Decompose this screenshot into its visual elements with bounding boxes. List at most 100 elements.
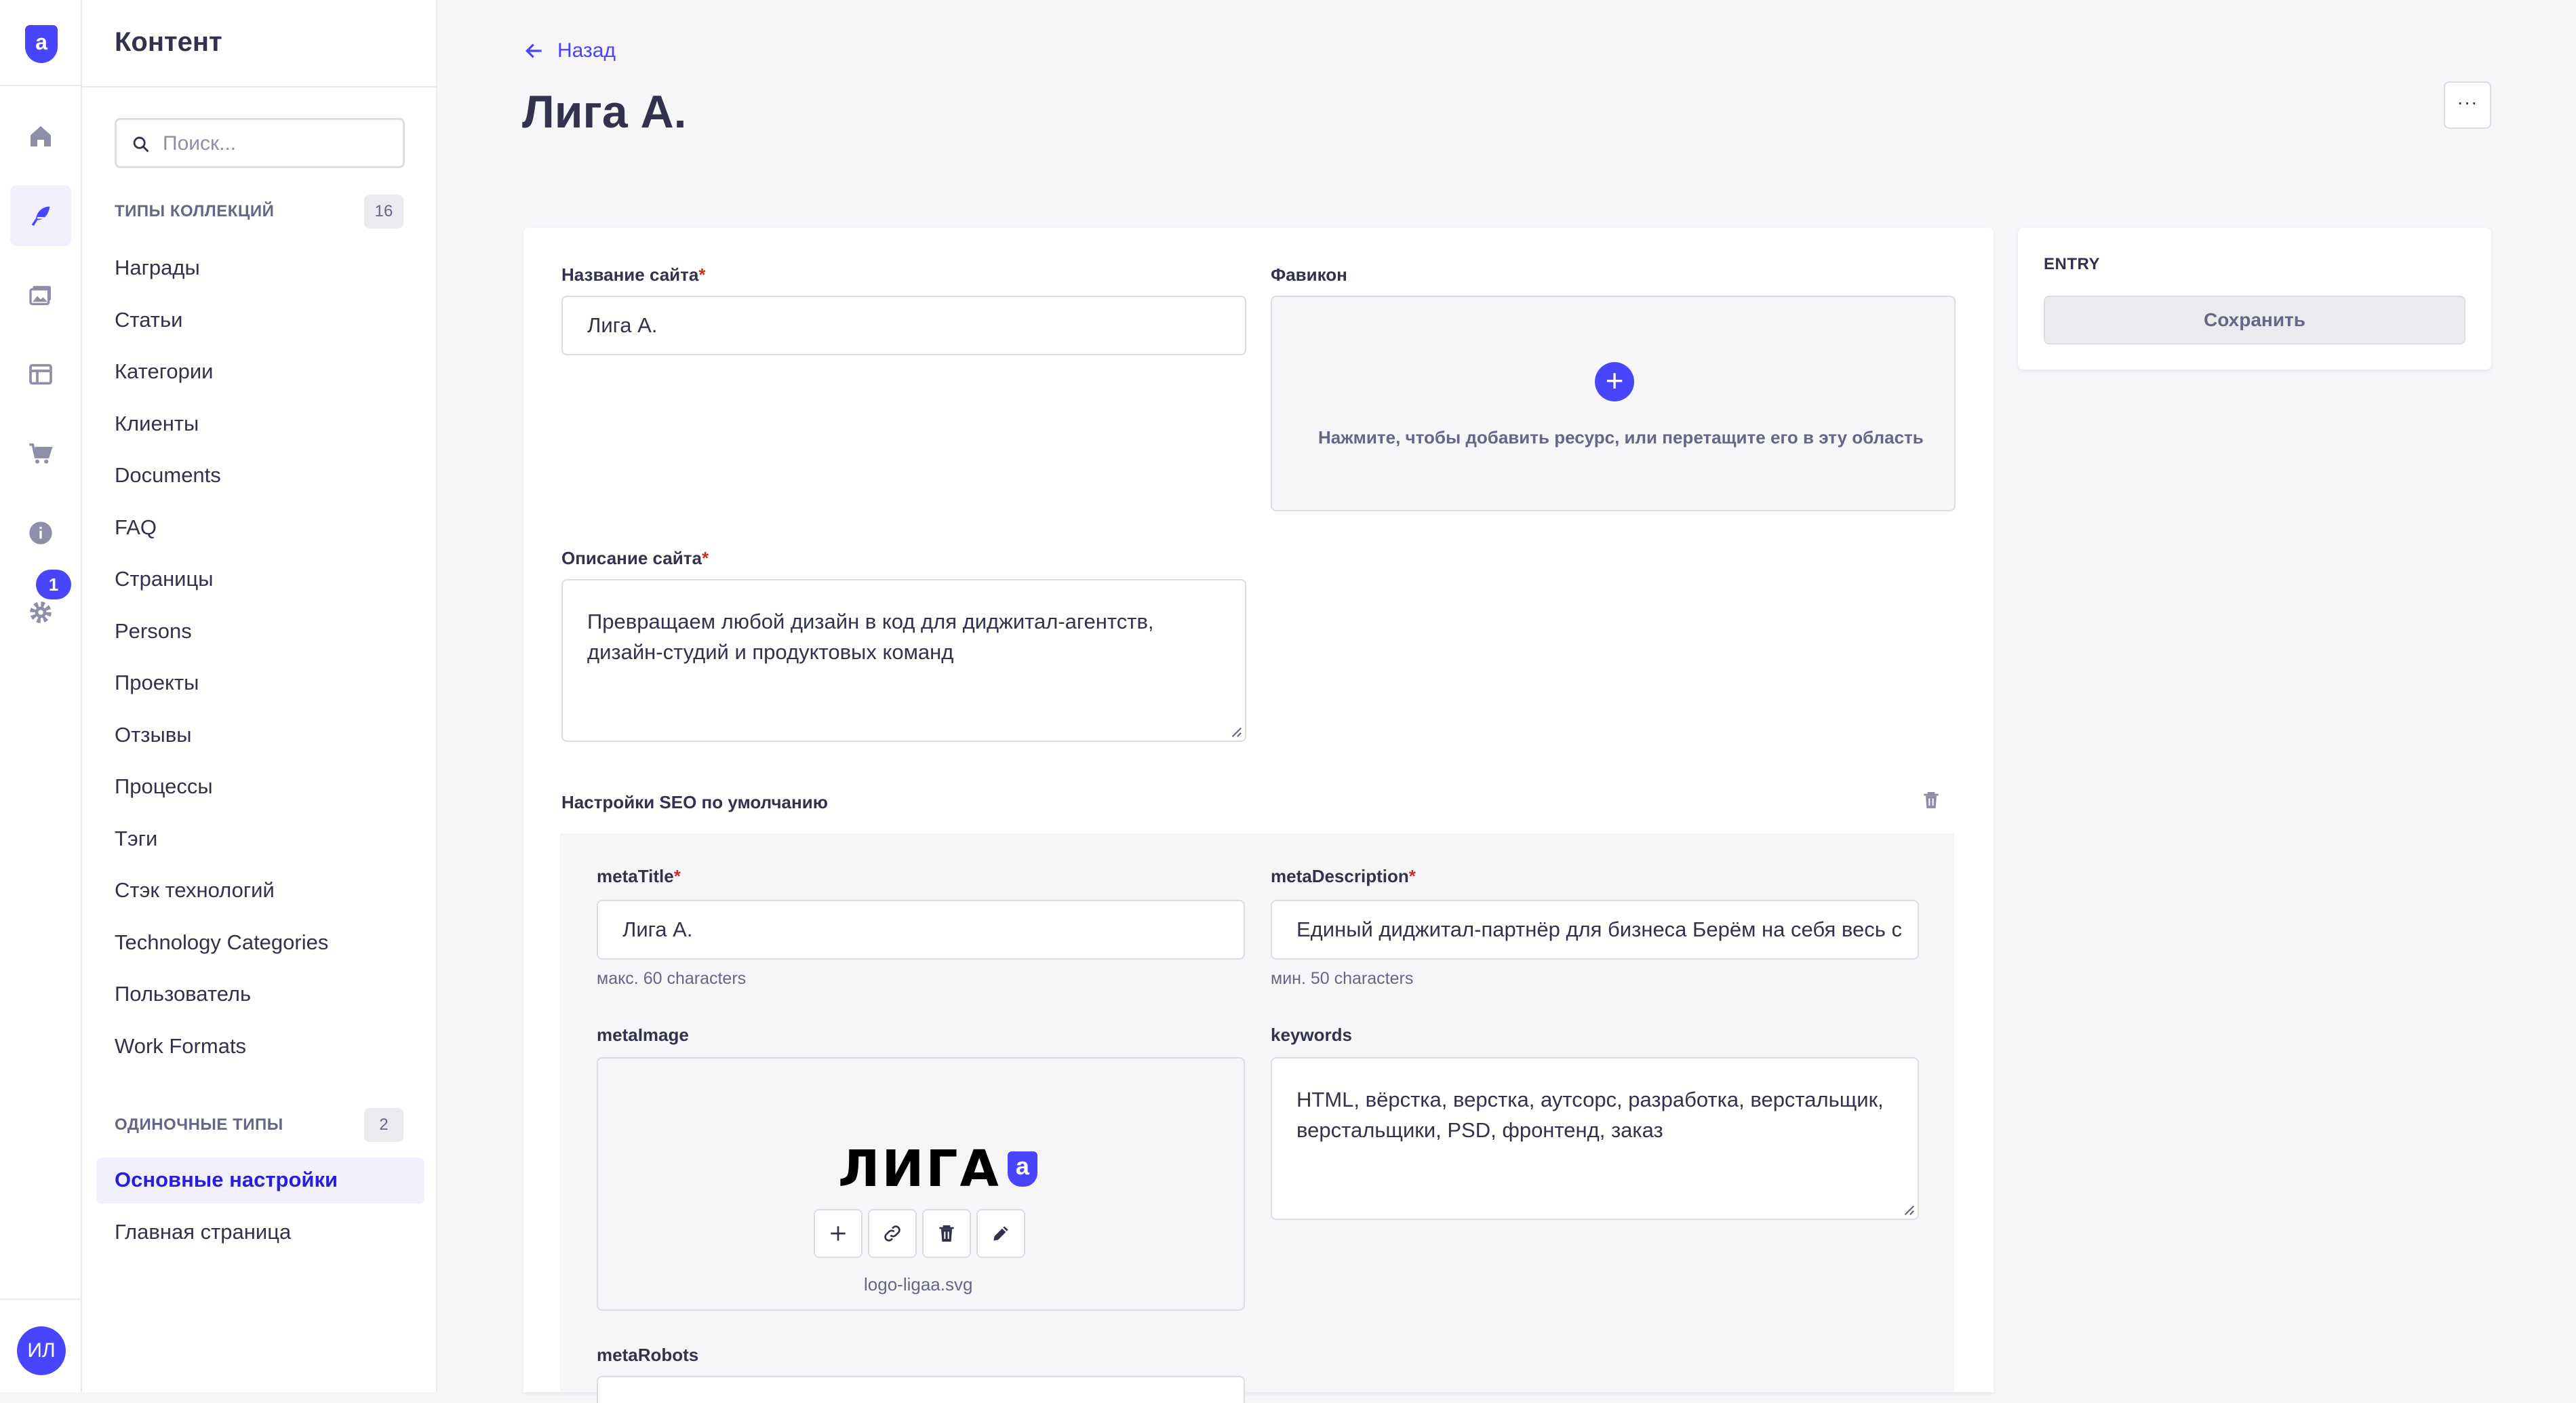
site-name-label: Название сайта* xyxy=(561,264,706,285)
meta-title-label-text: metaTitle xyxy=(597,866,674,886)
sidebar-item-glavnaya-stranica[interactable]: Главная страница xyxy=(82,1206,437,1259)
meta-description-label: metaDescription* xyxy=(1271,866,1416,887)
sidebar-item-documents[interactable]: Documents xyxy=(82,450,437,502)
favicon-dropzone-hint: Нажмите, чтобы добавить ресурс, или пере… xyxy=(1318,427,1924,448)
resize-grip-icon[interactable] xyxy=(1230,726,1242,738)
search-icon xyxy=(133,136,149,153)
meta-description-input[interactable]: Единый диджитал-партнёр для бизнеса Берё… xyxy=(1271,900,1919,960)
page-title: Лига А. xyxy=(522,86,687,138)
site-description-textarea[interactable]: Превращаем любой дизайн в код для диджит… xyxy=(561,579,1246,742)
sidebar-item-proekty[interactable]: Проекты xyxy=(82,657,437,709)
site-name-label-text: Название сайта xyxy=(561,264,699,285)
meta-title-input[interactable]: Лига А. xyxy=(597,900,1245,960)
site-name-input[interactable]: Лига А. xyxy=(561,296,1246,355)
feather-icon xyxy=(31,206,50,226)
marketplace-nav-button[interactable] xyxy=(10,423,71,484)
settings-notification-badge: 1 xyxy=(36,570,71,599)
edit-asset-button[interactable] xyxy=(976,1209,1025,1258)
asset-file-name: logo-ligaa.svg xyxy=(864,1274,973,1295)
home-icon xyxy=(31,126,51,146)
save-button[interactable]: Сохранить xyxy=(2044,296,2465,344)
sidebar-item-work-formats[interactable]: Work Formats xyxy=(82,1021,437,1073)
arrow-left-icon xyxy=(526,43,542,58)
meta-image-preview: ЛИГА a xyxy=(838,1140,1037,1198)
resize-grip-icon[interactable] xyxy=(1903,1204,1915,1216)
plus-circle-icon: + xyxy=(1595,362,1634,401)
sidebar-item-stek-tehnologiy[interactable]: Стэк технологий xyxy=(82,865,437,917)
sidebar-item-klienty[interactable]: Клиенты xyxy=(82,398,437,450)
meta-title-label: metaTitle* xyxy=(597,866,681,887)
sidebar-item-nagrady[interactable]: Награды xyxy=(82,242,437,294)
images-icon xyxy=(29,285,51,305)
home-nav-button[interactable] xyxy=(10,106,71,167)
info-icon xyxy=(29,521,52,545)
sidebar-item-persons[interactable]: Persons xyxy=(82,606,437,658)
required-mark: * xyxy=(698,264,706,285)
layout-icon xyxy=(29,363,52,385)
logo-text: ЛИГА xyxy=(838,1140,1001,1198)
meta-robots-input[interactable] xyxy=(597,1376,1245,1403)
meta-image-label: metaImage xyxy=(597,1025,689,1045)
meta-description-hint: мин. 50 characters xyxy=(1271,969,1414,988)
back-label: Назад xyxy=(557,39,616,62)
content-type-builder-nav-button[interactable] xyxy=(10,344,71,405)
gear-icon xyxy=(30,601,52,623)
trash-icon[interactable] xyxy=(1920,788,1942,812)
single-types-header: ОДИНОЧНЫЕ ТИПЫ xyxy=(115,1115,283,1134)
collection-types-list: Награды Статьи Категории Клиенты Documen… xyxy=(82,242,437,1072)
sidebar-search[interactable] xyxy=(115,118,405,168)
required-mark: * xyxy=(1408,866,1416,886)
sidebar-item-stranicy[interactable]: Страницы xyxy=(82,553,437,606)
required-mark: * xyxy=(673,866,681,886)
site-description-value: Превращаем любой дизайн в код для диджит… xyxy=(587,610,1154,664)
sidebar-item-tegi[interactable]: Тэги xyxy=(82,813,437,865)
sidebar-divider xyxy=(82,86,436,87)
keywords-value: HTML, вёрстка, верстка, аутсорс, разрабо… xyxy=(1296,1088,1884,1142)
rail-divider xyxy=(0,1299,82,1300)
copy-link-button[interactable] xyxy=(868,1209,917,1258)
main-nav-rail: a 1 ИЛ xyxy=(0,0,82,1392)
single-types-count: 2 xyxy=(364,1108,403,1142)
app-logo[interactable]: a xyxy=(25,25,58,63)
site-description-label: Описание сайта* xyxy=(561,548,709,569)
add-asset-button[interactable] xyxy=(814,1209,863,1258)
sidebar-item-kategorii[interactable]: Категории xyxy=(82,346,437,398)
required-mark: * xyxy=(701,548,709,568)
meta-image-asset: ЛИГА a logo-ligaa.svg xyxy=(597,1057,1245,1311)
sidebar-item-technology-categories[interactable]: Technology Categories xyxy=(82,917,437,969)
site-description-label-text: Описание сайта xyxy=(561,548,702,568)
keywords-textarea[interactable]: HTML, вёрстка, верстка, аутсорс, разрабо… xyxy=(1271,1057,1919,1220)
sidebar-item-osnovnye-nastroyki[interactable]: Основные настройки xyxy=(82,1154,437,1206)
info-nav-button[interactable] xyxy=(10,502,71,564)
media-library-nav-button[interactable] xyxy=(10,264,71,325)
back-link[interactable]: Назад xyxy=(523,39,616,62)
meta-description-label-text: metaDescription xyxy=(1271,866,1409,886)
meta-title-hint: макс. 60 characters xyxy=(597,969,747,988)
link-icon xyxy=(884,1225,900,1242)
more-actions-button[interactable]: ··· xyxy=(2444,81,2491,129)
sidebar-item-polzovatel[interactable]: Пользователь xyxy=(82,968,437,1021)
search-input[interactable] xyxy=(161,130,392,158)
plus-icon xyxy=(831,1226,846,1241)
delete-asset-button[interactable] xyxy=(922,1209,971,1258)
trash-icon xyxy=(939,1225,954,1242)
favicon-label: Фавикон xyxy=(1271,264,1347,285)
single-types-list: Основные настройки Главная страница xyxy=(82,1154,437,1258)
collection-types-count: 16 xyxy=(364,195,403,229)
sidebar-item-faq[interactable]: FAQ xyxy=(82,502,437,554)
keywords-label: keywords xyxy=(1271,1025,1352,1045)
content-sidebar: Контент ТИПЫ КОЛЛЕКЦИЙ 16 Награды Статьи… xyxy=(82,0,437,1392)
logo-mark: a xyxy=(1007,1151,1037,1187)
sidebar-item-stati[interactable]: Статьи xyxy=(82,294,437,347)
sidebar-item-otzyvy[interactable]: Отзывы xyxy=(82,709,437,762)
entry-panel: ENTRY Сохранить xyxy=(2018,228,2491,370)
edit-form-card: Название сайта* Лига А. Фавикон + Нажмит… xyxy=(523,228,1994,1403)
user-avatar[interactable]: ИЛ xyxy=(17,1326,66,1375)
sidebar-item-processy[interactable]: Процессы xyxy=(82,761,437,813)
entry-label: ENTRY xyxy=(2044,255,2100,273)
favicon-dropzone[interactable]: + Нажмите, чтобы добавить ресурс, или пе… xyxy=(1271,296,1956,511)
cart-icon xyxy=(29,443,53,464)
seo-component-panel: metaTitle* Лига А. макс. 60 characters m… xyxy=(560,833,1954,1403)
meta-robots-label: metaRobots xyxy=(597,1345,699,1365)
content-manager-nav-button[interactable] xyxy=(10,185,71,246)
